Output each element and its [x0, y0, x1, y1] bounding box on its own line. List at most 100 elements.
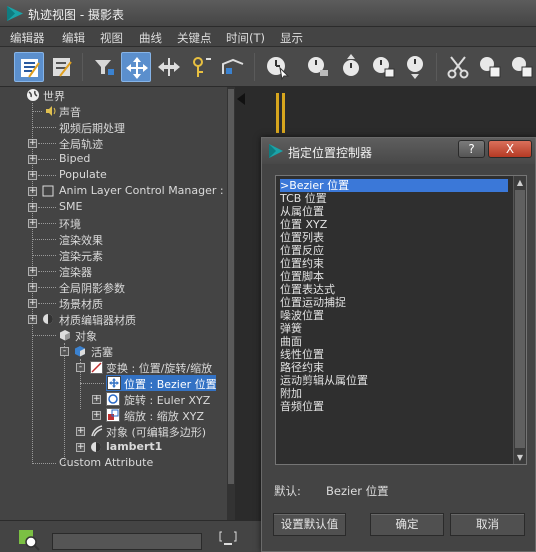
- collapse-icon[interactable]: -: [60, 347, 69, 356]
- controller-list-item[interactable]: TCB 位置: [280, 192, 508, 205]
- collapse-icon[interactable]: -: [76, 363, 85, 372]
- paste-icon[interactable]: [507, 52, 536, 82]
- tree-item-rotation[interactable]: + 旋转 : Euler XYZ: [0, 391, 227, 407]
- tree-item-video-post[interactable]: 视频后期处理: [0, 119, 227, 135]
- controller-list-item[interactable]: 位置表达式: [280, 283, 508, 296]
- add-keys-icon[interactable]: [186, 52, 216, 82]
- copy-icon[interactable]: [475, 52, 505, 82]
- tree-item-objects[interactable]: 对象: [0, 327, 227, 343]
- scroll-left-icon[interactable]: [237, 93, 246, 105]
- expand-icon[interactable]: +: [28, 155, 37, 164]
- filter-icon[interactable]: [89, 52, 119, 82]
- time-select-icon[interactable]: [262, 52, 292, 82]
- modifier-icon: [91, 425, 103, 437]
- tree-item-render-effects[interactable]: 渲染效果: [0, 231, 227, 247]
- tree-item-sound[interactable]: 声音: [0, 103, 227, 119]
- expand-icon[interactable]: +: [76, 443, 85, 452]
- expand-icon[interactable]: +: [28, 283, 37, 292]
- menu-edit[interactable]: 编辑: [62, 30, 85, 46]
- tree-item-transform[interactable]: - 变换 : 位置/旋转/缩放: [0, 359, 227, 409]
- menu-editor[interactable]: 编辑器: [10, 30, 45, 46]
- controller-list-item[interactable]: >Bezier 位置: [280, 179, 508, 192]
- expand-icon[interactable]: +: [92, 411, 101, 420]
- menu-curves[interactable]: 曲线: [139, 30, 162, 46]
- expand-icon[interactable]: +: [28, 139, 37, 148]
- expand-icon[interactable]: +: [28, 203, 37, 212]
- tree-item-global-shadow[interactable]: + 全局阴影参数: [0, 279, 227, 295]
- controller-list-item[interactable]: 运动剪辑从属位置: [280, 374, 508, 387]
- tree-item-populate[interactable]: + Populate: [0, 167, 227, 183]
- tree-item-renderer[interactable]: + 渲染器: [0, 263, 227, 279]
- dopesheet-mode-icon[interactable]: [14, 52, 44, 82]
- tree-item-scale[interactable]: + 缩放 : 缩放 XYZ: [0, 407, 227, 423]
- menu-display[interactable]: 显示: [280, 30, 303, 46]
- set-default-button[interactable]: 设置默认值: [273, 513, 346, 536]
- scroll-up-icon[interactable]: ▲: [514, 176, 526, 189]
- move-keys-icon[interactable]: [121, 52, 151, 82]
- controller-list-item[interactable]: 位置约束: [280, 257, 508, 270]
- cancel-button[interactable]: 取消: [450, 513, 525, 536]
- tree-item-environment[interactable]: + 环境: [0, 215, 227, 231]
- cut-icon[interactable]: [443, 52, 473, 82]
- scale-keys-icon[interactable]: [218, 52, 248, 82]
- controller-list-item[interactable]: 位置列表: [280, 231, 508, 244]
- expand-icon[interactable]: +: [28, 187, 37, 196]
- ok-button[interactable]: 确定: [370, 513, 444, 536]
- controller-list-item[interactable]: 位置运动捕捉: [280, 296, 508, 309]
- controller-list-item[interactable]: 噪波位置: [280, 309, 508, 322]
- time-copy-icon[interactable]: [368, 52, 398, 82]
- tree-item-piston[interactable]: - 活塞: [0, 343, 227, 465]
- tree-item-world[interactable]: 世界: [0, 87, 227, 103]
- expand-icon[interactable]: +: [28, 299, 37, 308]
- dialog-titlebar[interactable]: 指定位置控制器 ? X: [262, 138, 535, 164]
- expand-icon[interactable]: +: [28, 219, 37, 228]
- expand-icon[interactable]: +: [28, 315, 37, 324]
- tree-item-anim-layer[interactable]: + Anim Layer Control Manager : MAS: [0, 183, 227, 199]
- slide-keys-icon[interactable]: [154, 52, 184, 82]
- controller-list-item[interactable]: 位置 XYZ: [280, 218, 508, 231]
- controller-list-item[interactable]: 线性位置: [280, 348, 508, 361]
- window-title: 轨迹视图 - 摄影表: [28, 8, 124, 22]
- time-insert-icon[interactable]: [336, 52, 366, 82]
- help-button[interactable]: ?: [458, 140, 485, 158]
- expand-icon[interactable]: +: [28, 267, 37, 276]
- tree-item-position[interactable]: 位置 : Bezier 位置: [0, 375, 227, 391]
- tree-scrollbar-thumb[interactable]: [228, 89, 234, 484]
- controller-list-item[interactable]: 曲面: [280, 335, 508, 348]
- tree-item-biped[interactable]: + Biped: [0, 151, 227, 167]
- time-paste-icon[interactable]: [400, 52, 430, 82]
- toolbar-separator: [82, 53, 83, 81]
- controller-list-item[interactable]: 音频位置: [280, 400, 508, 413]
- menu-keys[interactable]: 关键点: [177, 30, 212, 46]
- controller-list-item[interactable]: 位置脚本: [280, 270, 508, 283]
- tree-scrollbar[interactable]: [227, 87, 235, 520]
- tree-item-global-tracks[interactable]: + 全局轨迹: [0, 135, 227, 151]
- tree-item-editable-poly[interactable]: + 对象 (可编辑多边形): [0, 423, 227, 439]
- controller-list[interactable]: >Bezier 位置 TCB 位置 从属位置 位置 XYZ 位置列表 位置反应 位置约束 位置…: [275, 175, 527, 465]
- expand-icon[interactable]: +: [28, 171, 37, 180]
- close-button[interactable]: X: [488, 140, 532, 158]
- expand-icon[interactable]: +: [92, 395, 101, 404]
- zoom-icon[interactable]: [18, 529, 40, 551]
- controller-list-item[interactable]: 附加: [280, 387, 508, 400]
- text-tool-icon[interactable]: [218, 529, 238, 551]
- curve-editor-icon[interactable]: [47, 52, 77, 82]
- menu-time[interactable]: 时间(T): [226, 30, 265, 46]
- menu-view[interactable]: 视图: [100, 30, 123, 46]
- expand-icon[interactable]: +: [76, 427, 85, 436]
- tree-item-render-elements[interactable]: 渲染元素: [0, 247, 227, 263]
- controller-list-item[interactable]: 弹簧: [280, 322, 508, 335]
- time-scale-icon[interactable]: [303, 52, 333, 82]
- scroll-down-icon[interactable]: ▼: [514, 451, 526, 464]
- tree-item-scene-materials[interactable]: + 场景材质: [0, 295, 227, 311]
- controller-list-scrollbar[interactable]: ▲ ▼: [513, 176, 526, 464]
- controller-list-item[interactable]: 从属位置: [280, 205, 508, 218]
- tree-item-medit-materials[interactable]: + 材质编辑器材质: [0, 311, 227, 327]
- controller-list-item[interactable]: 位置反应: [280, 244, 508, 257]
- controller-list-scrollbar-thumb[interactable]: [515, 190, 525, 448]
- tree-item-lambert1[interactable]: + lambert1: [0, 439, 227, 455]
- tree-item-custom-attribute[interactable]: Custom Attribute: [0, 455, 227, 471]
- controller-list-item[interactable]: 路径约束: [280, 361, 508, 374]
- tree-item-sme[interactable]: + SME: [0, 199, 227, 215]
- status-field[interactable]: [52, 533, 202, 550]
